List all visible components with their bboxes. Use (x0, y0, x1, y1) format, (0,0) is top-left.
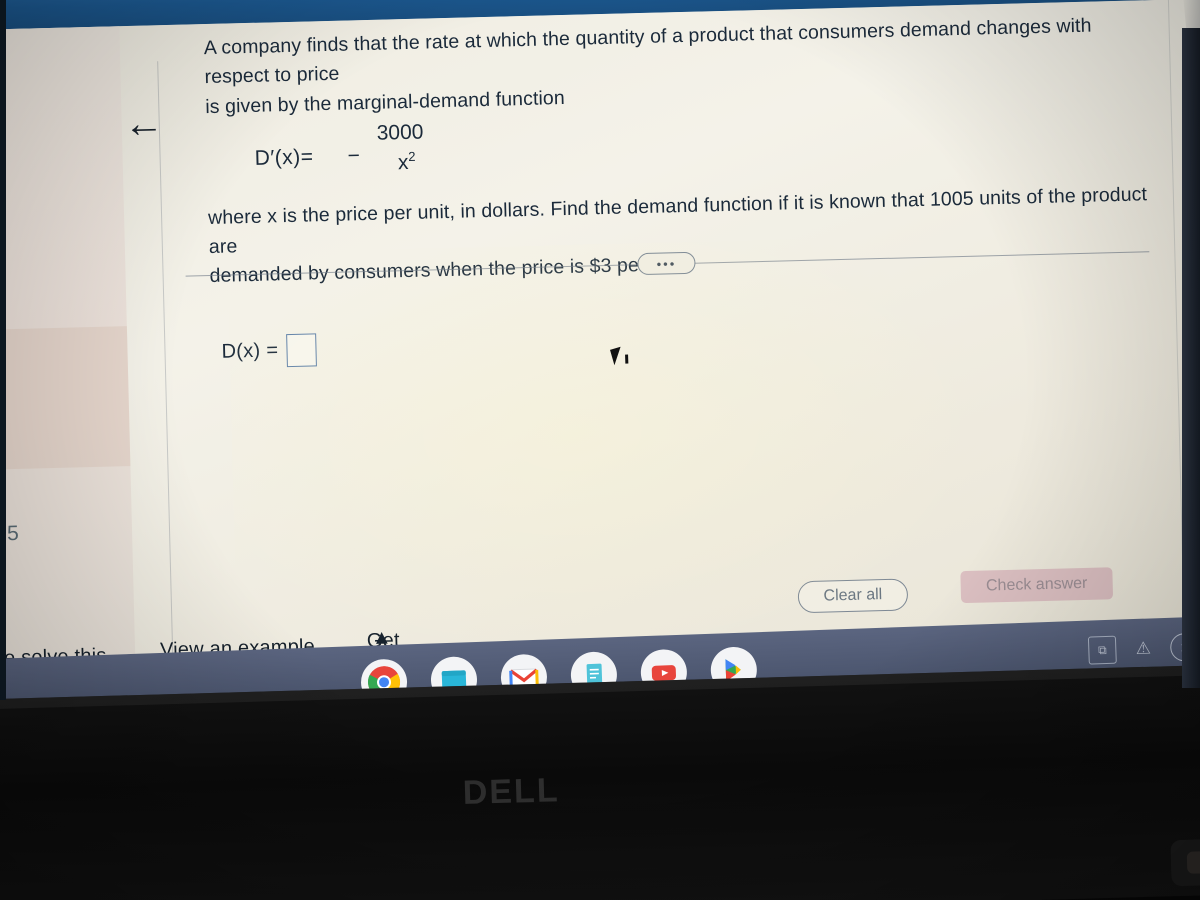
marginal-demand-formula: D′(x)= − 3000 x2 (254, 106, 1147, 191)
formula-minus-sign: − (347, 144, 361, 168)
laptop-bezel: DELL (0, 663, 1200, 900)
denominator-base: x (397, 150, 409, 175)
pane-divider-right (1167, 0, 1184, 560)
formula-lhs: D′(x)= (254, 145, 314, 170)
laptop-screen: Save 3 n 4 ion 5 ← A company finds that … (0, 0, 1200, 708)
question-list-sidebar[interactable]: 3 n 4 ion 5 (0, 26, 137, 708)
answer-input[interactable] (285, 333, 317, 368)
laptop-photo: Save 3 n 4 ion 5 ← A company finds that … (0, 0, 1200, 900)
answer-row: D(x) = (221, 333, 317, 368)
screenshot-icon[interactable]: ⧉ (1087, 635, 1117, 665)
right-edge-shadow (1182, 28, 1200, 688)
check-answer-button[interactable]: Check answer (960, 567, 1114, 604)
brand-logo: DELL (462, 771, 561, 812)
deck-corner-highlight (1186, 851, 1200, 874)
left-edge-shadow (0, 0, 6, 700)
clear-all-button[interactable]: Clear all (797, 578, 909, 614)
back-arrow-icon[interactable]: ← (123, 101, 170, 148)
pane-divider-left (157, 61, 174, 662)
divider-more-button[interactable]: ••• (637, 251, 696, 276)
denominator-exponent: 2 (408, 148, 416, 164)
sidebar-highlight (0, 326, 131, 470)
answer-label: D(x) = (221, 339, 279, 363)
warning-icon[interactable]: ⚠ (1130, 635, 1157, 662)
formula-fraction: 3000 x2 (366, 120, 447, 176)
formula-denominator: x2 (397, 148, 416, 175)
formula-numerator: 3000 (376, 120, 424, 145)
exercise-page: 3 n 4 ion 5 ← A company finds that the r… (0, 0, 1200, 708)
